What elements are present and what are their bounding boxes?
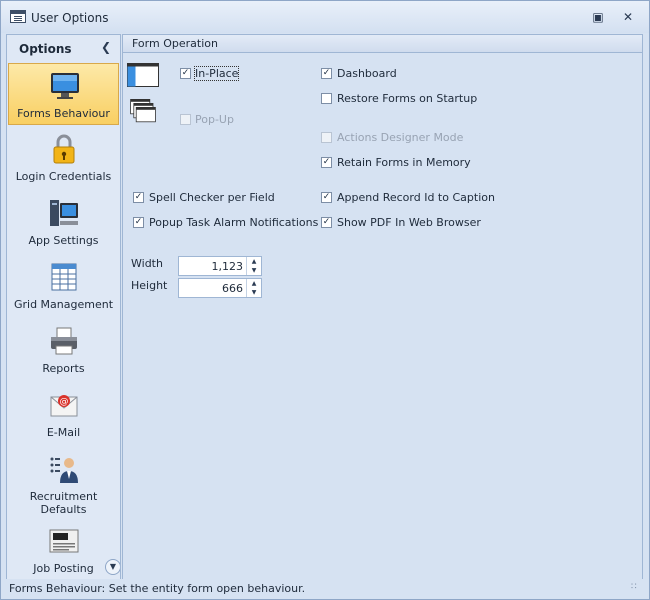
height-spin-buttons: ▲ ▼ (246, 279, 261, 297)
popup-alarm-checkbox[interactable]: ✓ (133, 217, 144, 228)
spin-up-icon[interactable]: ▲ (247, 257, 261, 266)
width-input[interactable] (181, 259, 243, 273)
height-spinner: ▲ ▼ (178, 278, 262, 298)
sidebar-item-email[interactable]: @ E-Mail (8, 383, 119, 445)
options-sidebar: Options ❮ Forms Behaviour Login Credenti… (6, 34, 121, 581)
panel-title: Form Operation (132, 37, 218, 50)
sidebar-item-job-posting[interactable]: Job Posting (8, 519, 119, 580)
sidebar-item-label: Reports (42, 362, 85, 375)
sidebar-item-label: Login Credentials (15, 170, 112, 183)
in-place-form-icon (127, 63, 159, 87)
window-app-icon (10, 10, 26, 23)
email-icon: @ (50, 395, 78, 417)
padlock-icon (53, 134, 75, 164)
actions-designer-checkbox[interactable] (321, 132, 332, 143)
svg-text:@: @ (60, 397, 69, 407)
spin-down-icon[interactable]: ▼ (247, 266, 261, 275)
newspaper-icon (49, 529, 79, 553)
spell-checker-label: Spell Checker per Field (149, 191, 275, 204)
sidebar-item-label: App Settings (28, 234, 99, 247)
sidebar-item-grid-management[interactable]: Grid Management (8, 255, 119, 317)
height-label: Height (131, 279, 168, 292)
height-input[interactable] (181, 281, 243, 295)
popup-alarm-label: Popup Task Alarm Notifications (149, 216, 319, 229)
user-options-window: User Options ▣ ✕ Options ❮ Forms Behavio… (0, 0, 650, 600)
sidebar-item-login-credentials[interactable]: Login Credentials (8, 127, 119, 189)
printer-icon (51, 327, 77, 355)
spell-checker-checkbox[interactable]: ✓ (133, 192, 144, 203)
title-bar: User Options ▣ ✕ (1, 1, 649, 33)
show-pdf-checkbox[interactable]: ✓ (321, 217, 332, 228)
status-bar: Forms Behaviour: Set the entity form ope… (1, 579, 649, 599)
in-place-label: In-Place (193, 66, 240, 81)
dashboard-label: Dashboard (337, 67, 397, 80)
resize-grip-icon[interactable]: ∷ (631, 582, 637, 592)
recruiter-icon (50, 457, 78, 483)
restore-icon[interactable]: ▣ (590, 9, 606, 25)
sidebar-item-label: Recruitment Defaults (29, 490, 98, 516)
show-pdf-label: Show PDF In Web Browser (337, 216, 481, 229)
sidebar-header: Options ❮ (7, 35, 120, 61)
dashboard-checkbox[interactable]: ✓ (321, 68, 332, 79)
monitor-icon (51, 73, 79, 99)
in-place-checkbox[interactable]: ✓ (180, 68, 191, 79)
computer-icon (50, 200, 78, 226)
sidebar-item-label: Job Posting (33, 562, 94, 575)
window-title: User Options (31, 11, 109, 25)
actions-designer-label: Actions Designer Mode (337, 131, 464, 144)
grid-icon (51, 263, 77, 291)
form-operation-panel: Form Operation ✓ In-Place Pop-Up ✓ Dashb… (122, 34, 643, 581)
restore-forms-checkbox[interactable] (321, 93, 332, 104)
panel-header: Form Operation (123, 35, 642, 53)
append-record-checkbox[interactable]: ✓ (321, 192, 332, 203)
status-text: Forms Behaviour: Set the entity form ope… (9, 582, 306, 595)
chevron-down-icon[interactable]: ▼ (105, 559, 120, 575)
sidebar-item-app-settings[interactable]: App Settings (8, 191, 119, 253)
sidebar-item-label: Forms Behaviour (17, 107, 110, 120)
sidebar-item-label: E-Mail (46, 426, 81, 439)
sidebar-item-label: Grid Management (13, 298, 114, 311)
pop-up-label: Pop-Up (195, 113, 234, 126)
close-icon[interactable]: ✕ (620, 9, 636, 25)
sidebar-item-recruitment-defaults[interactable]: Recruitment Defaults (8, 447, 119, 517)
append-record-label: Append Record Id to Caption (337, 191, 495, 204)
sidebar-title: Options (19, 42, 72, 56)
pop-up-checkbox[interactable] (180, 114, 191, 125)
retain-forms-checkbox[interactable]: ✓ (321, 157, 332, 168)
width-label: Width (131, 257, 163, 270)
spin-down-icon[interactable]: ▼ (247, 288, 261, 297)
chevron-left-icon[interactable]: ❮ (101, 40, 111, 54)
width-spin-buttons: ▲ ▼ (246, 257, 261, 275)
spin-up-icon[interactable]: ▲ (247, 279, 261, 288)
sidebar-item-forms-behaviour[interactable]: Forms Behaviour (8, 63, 119, 125)
restore-forms-label: Restore Forms on Startup (337, 92, 478, 105)
pop-up-form-icon (130, 99, 156, 123)
retain-forms-label: Retain Forms in Memory (337, 156, 471, 169)
width-spinner: ▲ ▼ (178, 256, 262, 276)
sidebar-item-reports[interactable]: Reports (8, 319, 119, 381)
